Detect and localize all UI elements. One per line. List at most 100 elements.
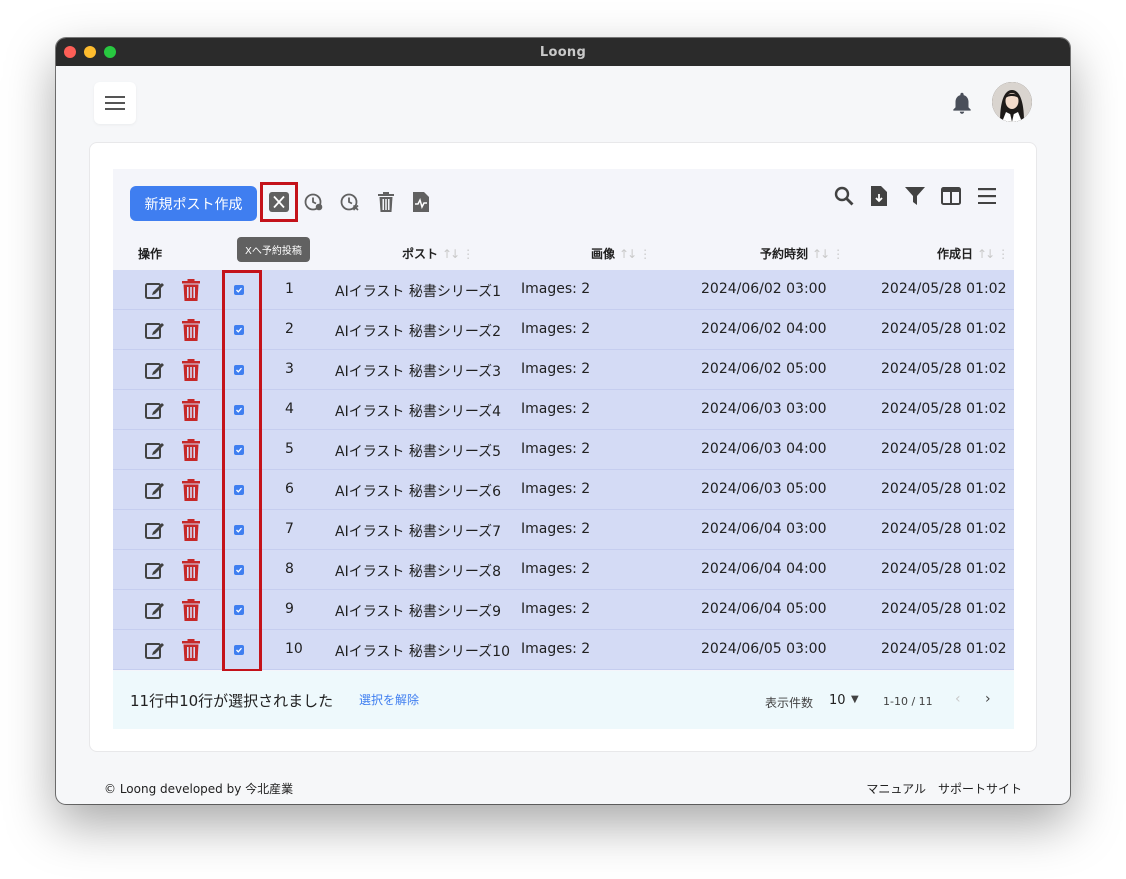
new-post-button[interactable]: 新規ポスト作成 <box>130 186 257 221</box>
row-id: 7 <box>285 521 294 537</box>
edit-icon[interactable] <box>145 280 165 300</box>
user-avatar[interactable] <box>992 82 1032 122</box>
header-image[interactable]: 画像 ↑↓ ⋮ <box>591 245 651 262</box>
delete-row-icon[interactable] <box>181 559 201 581</box>
table-footer: 11行中10行が選択されました 選択を解除 表示件数 10 ▼ 1-10 / 1… <box>113 671 1014 729</box>
prev-page-button[interactable]: ‹ <box>955 691 961 707</box>
delete-row-icon[interactable] <box>181 479 201 501</box>
row-created: 2024/05/28 01:02 <box>881 281 1007 297</box>
edit-icon[interactable] <box>145 480 165 500</box>
delete-row-icon[interactable] <box>181 439 201 461</box>
row-id: 10 <box>285 641 303 657</box>
schedule-clock-icon[interactable] <box>303 191 325 213</box>
next-page-button[interactable]: › <box>985 691 991 707</box>
filter-icon[interactable] <box>904 185 926 207</box>
title-bar: Loong <box>56 38 1070 66</box>
maximize-window-button[interactable] <box>104 46 116 58</box>
header-actions: 操作 <box>138 247 163 261</box>
delete-row-icon[interactable] <box>181 599 201 621</box>
row-scheduled: 2024/06/02 05:00 <box>701 361 827 377</box>
window-title: Loong <box>539 44 587 60</box>
delete-row-icon[interactable] <box>181 359 201 381</box>
row-id: 4 <box>285 401 294 417</box>
row-created: 2024/05/28 01:02 <box>881 601 1007 617</box>
columns-icon[interactable] <box>940 185 962 207</box>
sort-arrows-icon[interactable]: ↑↓ <box>977 247 995 261</box>
hamburger-menu-button[interactable] <box>94 82 136 124</box>
checkbox-column-highlight <box>222 270 262 672</box>
row-created: 2024/05/28 01:02 <box>881 401 1007 417</box>
row-created: 2024/05/28 01:02 <box>881 521 1007 537</box>
row-id: 3 <box>285 361 294 377</box>
close-window-button[interactable] <box>64 46 76 58</box>
sort-arrows-icon[interactable]: ↑↓ <box>619 247 637 261</box>
manual-link[interactable]: マニュアル <box>866 780 926 797</box>
search-icon[interactable] <box>833 185 855 207</box>
row-post: AIイラスト 秘書シリーズ9 <box>335 604 502 620</box>
row-created: 2024/05/28 01:02 <box>881 441 1007 457</box>
edit-icon[interactable] <box>145 440 165 460</box>
row-scheduled: 2024/06/03 03:00 <box>701 401 827 417</box>
delete-row-icon[interactable] <box>181 319 201 341</box>
pagination-range: 1-10 / 11 <box>883 695 933 708</box>
row-id: 1 <box>285 281 294 297</box>
row-image: Images: 2 <box>521 601 591 617</box>
table-toolbar: 新規ポスト作成 <box>113 169 1014 235</box>
header-post[interactable]: ポスト ↑↓ ⋮ <box>402 245 474 262</box>
row-id: 9 <box>285 601 294 617</box>
edit-icon[interactable] <box>145 520 165 540</box>
row-id: 8 <box>285 561 294 577</box>
edit-icon[interactable] <box>145 400 165 420</box>
edit-icon[interactable] <box>145 640 165 660</box>
row-image: Images: 2 <box>521 561 591 577</box>
row-scheduled: 2024/06/05 03:00 <box>701 641 827 657</box>
header-scheduled[interactable]: 予約時刻 ↑↓ ⋮ <box>760 245 844 262</box>
row-scheduled: 2024/06/03 04:00 <box>701 441 827 457</box>
row-image: Images: 2 <box>521 361 591 377</box>
delete-row-icon[interactable] <box>181 279 201 301</box>
row-created: 2024/05/28 01:02 <box>881 481 1007 497</box>
delete-row-icon[interactable] <box>181 399 201 421</box>
caret-down-icon[interactable]: ▼ <box>851 694 859 705</box>
window-controls <box>64 46 116 58</box>
row-post: AIイラスト 秘書シリーズ2 <box>335 324 502 340</box>
footer-links: マニュアル サポートサイト <box>866 780 1022 797</box>
sort-arrows-icon[interactable]: ↑↓ <box>812 247 830 261</box>
cancel-schedule-clock-icon[interactable] <box>339 191 361 213</box>
row-post: AIイラスト 秘書シリーズ4 <box>335 404 502 420</box>
sort-arrows-icon[interactable]: ↑↓ <box>442 247 460 261</box>
rows-per-page-select[interactable]: 10 <box>829 693 846 708</box>
delete-row-icon[interactable] <box>181 639 201 661</box>
column-menu-icon[interactable]: ⋮ <box>832 247 844 261</box>
row-scheduled: 2024/06/02 04:00 <box>701 321 827 337</box>
download-file-icon[interactable] <box>868 185 890 207</box>
column-menu-icon[interactable]: ⋮ <box>639 247 651 261</box>
column-menu-icon[interactable]: ⋮ <box>997 247 1009 261</box>
support-site-link[interactable]: サポートサイト <box>938 780 1022 797</box>
posts-table: 新規ポスト作成 操作 ポスト ↑↓ ⋮ 画像 ↑↓ ⋮ 予約時刻 ↑↓ ⋮ 作成… <box>113 169 1014 729</box>
edit-icon[interactable] <box>145 360 165 380</box>
row-post: AIイラスト 秘書シリーズ5 <box>335 444 502 460</box>
copyright-text: © Loong developed by 今北産業 <box>104 782 294 796</box>
row-scheduled: 2024/06/03 05:00 <box>701 481 827 497</box>
row-image: Images: 2 <box>521 481 591 497</box>
minimize-window-button[interactable] <box>84 46 96 58</box>
notification-bell-icon[interactable] <box>949 90 975 116</box>
header-created[interactable]: 作成日 ↑↓ ⋮ <box>937 245 1009 262</box>
report-file-icon[interactable] <box>410 191 432 213</box>
row-post: AIイラスト 秘書シリーズ7 <box>335 524 502 540</box>
delete-selected-icon[interactable] <box>375 191 397 213</box>
edit-icon[interactable] <box>145 600 165 620</box>
column-menu-icon[interactable]: ⋮ <box>462 247 474 261</box>
edit-icon[interactable] <box>145 320 165 340</box>
delete-row-icon[interactable] <box>181 519 201 541</box>
density-menu-icon[interactable] <box>976 185 998 207</box>
edit-icon[interactable] <box>145 560 165 580</box>
menu-icon <box>105 96 125 110</box>
row-scheduled: 2024/06/04 05:00 <box>701 601 827 617</box>
row-created: 2024/05/28 01:02 <box>881 321 1007 337</box>
x-schedule-tooltip: Xへ予約投稿 <box>237 237 310 262</box>
row-created: 2024/05/28 01:02 <box>881 561 1007 577</box>
clear-selection-link[interactable]: 選択を解除 <box>359 691 419 708</box>
page-footer: © Loong developed by 今北産業 マニュアル サポートサイト <box>56 778 1070 798</box>
